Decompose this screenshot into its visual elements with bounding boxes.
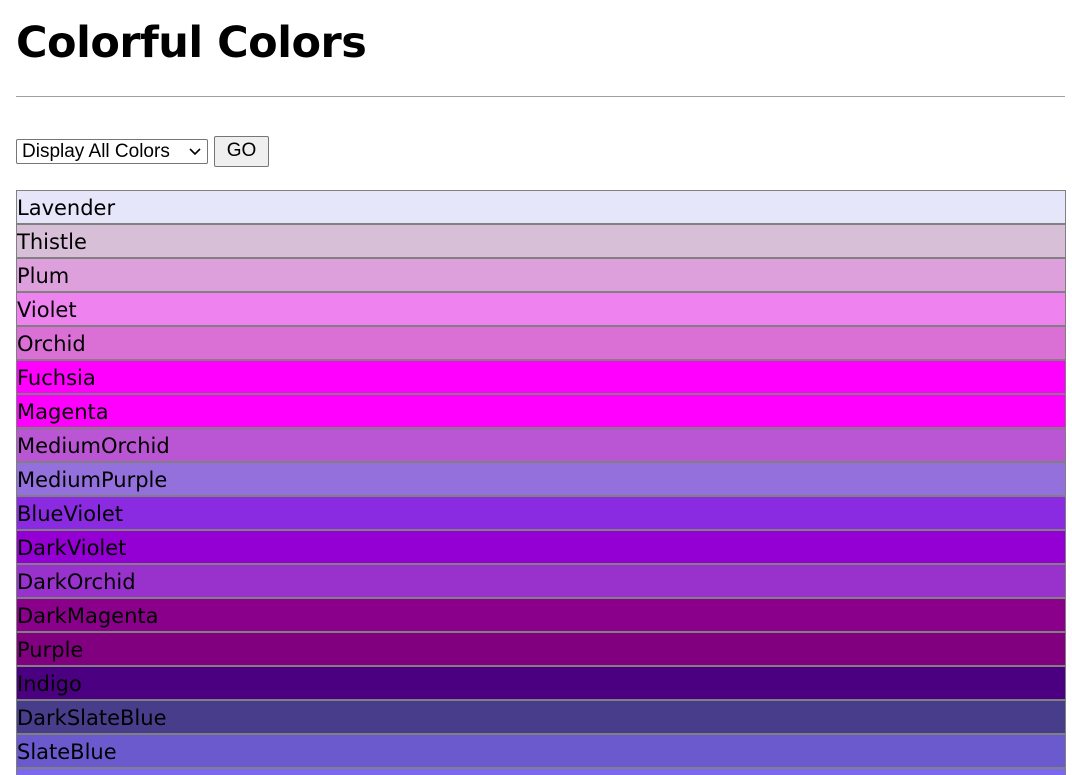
page-title: Colorful Colors [16, 18, 367, 68]
color-row: Violet [16, 292, 1066, 326]
color-row: Indigo [16, 666, 1066, 700]
color-row: Thistle [16, 224, 1066, 258]
color-row: Orchid [16, 326, 1066, 360]
color-row: Fuchsia [16, 360, 1066, 394]
color-row: DarkViolet [16, 530, 1066, 564]
color-row: Plum [16, 258, 1066, 292]
color-row: Purple [16, 632, 1066, 666]
go-button[interactable]: GO [214, 135, 269, 167]
color-filter-select[interactable]: Display All Colors [16, 138, 208, 164]
color-row: MediumOrchid [16, 428, 1066, 462]
color-filter-selected-value: Display All Colors [22, 140, 170, 162]
color-row: Magenta [16, 394, 1066, 428]
color-row: DarkMagenta [16, 598, 1066, 632]
chevron-down-icon [189, 147, 201, 155]
color-list: Lavender Thistle Plum Violet Orchid Fuchsia Ma… [16, 190, 1066, 775]
color-row: DarkSlateBlue [16, 700, 1066, 734]
color-row: BlueViolet [16, 496, 1066, 530]
color-row: MediumPurple [16, 462, 1066, 496]
color-filter-controls: Display All Colors GO [16, 135, 269, 167]
color-row: DarkOrchid [16, 564, 1066, 598]
color-row [16, 768, 1066, 775]
color-row: Lavender [16, 190, 1066, 224]
color-row: SlateBlue [16, 734, 1066, 768]
divider [16, 96, 1065, 97]
